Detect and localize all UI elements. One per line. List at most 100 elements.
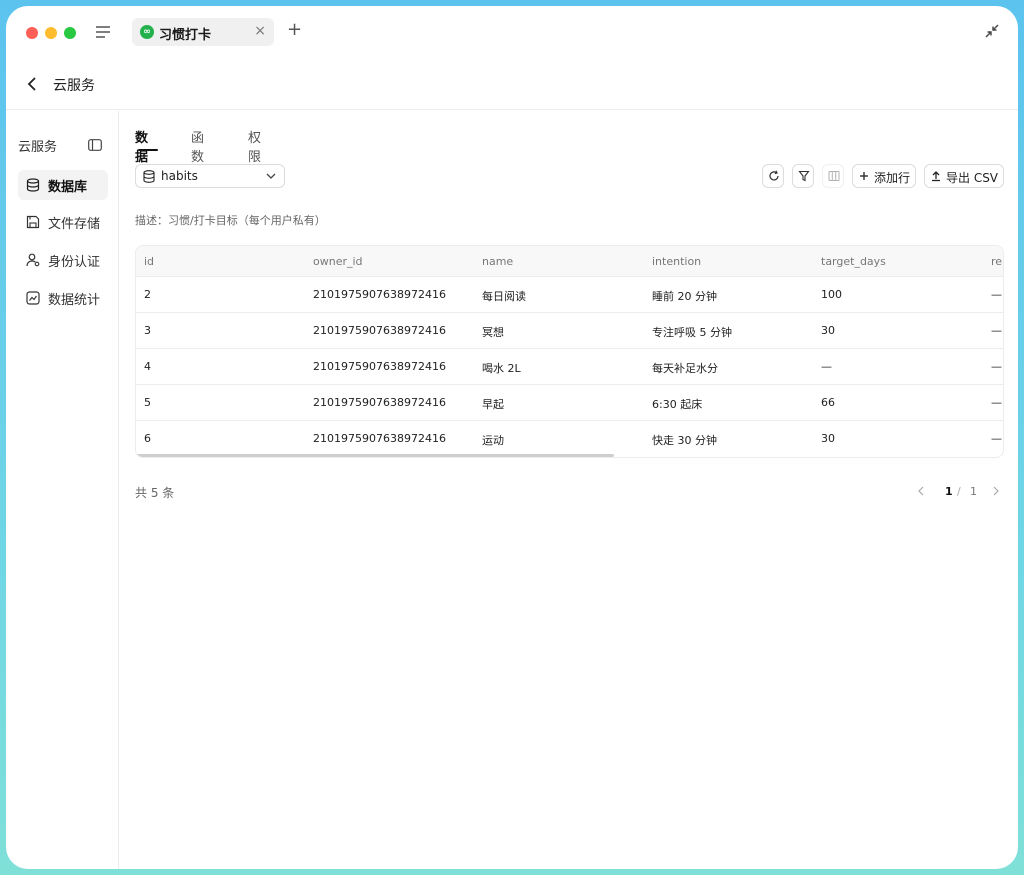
- pagination: 1 / 1: [915, 484, 1005, 502]
- database-icon: [26, 178, 40, 192]
- cell-target-days: 100: [821, 288, 842, 301]
- total-pages: 1: [970, 485, 977, 498]
- app-tab[interactable]: ∞ 习惯打卡 ×: [132, 18, 274, 46]
- cell-name: 早起: [482, 398, 504, 411]
- cell-intention: 快走 30 分钟: [652, 434, 717, 447]
- sidebar-item-label: 数据库: [48, 180, 88, 195]
- horizontal-scrollbar[interactable]: [136, 454, 614, 457]
- sidebar-item-label: 文件存储: [48, 217, 101, 232]
- cell-id: 6: [144, 432, 151, 445]
- cell-target-days: 30: [821, 432, 835, 445]
- cell-intention: 每天补足水分: [652, 362, 718, 375]
- cell-id: 2: [144, 288, 151, 301]
- cell-re: —: [991, 360, 1002, 373]
- total-count: 共 5 条: [135, 486, 175, 500]
- sidebar-item-file-storage[interactable]: 文件存储: [18, 207, 108, 237]
- cell-name: 每日阅读: [482, 290, 526, 303]
- cell-re: —: [991, 396, 1002, 409]
- cell-owner-id: 2101975907638972416: [313, 288, 446, 301]
- tab-functions[interactable]: 函数: [191, 127, 204, 165]
- table-row[interactable]: 4 2101975907638972416 喝水 2L 每天补足水分 — —: [136, 349, 1003, 385]
- sidebar-title: 云服务: [18, 140, 58, 155]
- page-header: 云服务: [6, 58, 1018, 110]
- cell-re: —: [991, 324, 1002, 337]
- table-row[interactable]: 5 2101975907638972416 早起 6:30 起床 66 —: [136, 385, 1003, 421]
- cell-owner-id: 2101975907638972416: [313, 360, 446, 373]
- export-csv-button[interactable]: 导出 CSV: [924, 164, 1004, 188]
- cell-re: —: [991, 288, 1002, 301]
- save-icon: [26, 215, 40, 229]
- sidebar-item-auth[interactable]: 身份认证: [18, 245, 108, 275]
- tab-permissions[interactable]: 权限: [248, 127, 261, 165]
- columns-button[interactable]: [822, 164, 844, 188]
- minimize-window-button[interactable]: [45, 27, 57, 39]
- cell-owner-id: 2101975907638972416: [313, 396, 446, 409]
- cell-target-days: 66: [821, 396, 835, 409]
- user-icon: [26, 253, 40, 267]
- cell-id: 4: [144, 360, 151, 373]
- cell-target-days: 30: [821, 324, 835, 337]
- cell-target-days: —: [821, 360, 832, 373]
- selected-table-name: habits: [161, 169, 198, 183]
- table-row[interactable]: 3 2101975907638972416 冥想 专注呼吸 5 分钟 30 —: [136, 313, 1003, 349]
- add-row-label: 添加行: [874, 171, 911, 185]
- column-header-intention[interactable]: intention: [652, 255, 701, 268]
- tab-data[interactable]: 数据: [135, 127, 148, 165]
- app-window: ∞ 习惯打卡 × + 云服务 云服务 数据库 文件存储 身份认证 数据统计 数据…: [6, 6, 1018, 869]
- active-tab-indicator: [138, 149, 158, 151]
- chevron-down-icon: [266, 173, 276, 179]
- cell-id: 3: [144, 324, 151, 337]
- back-arrow-icon[interactable]: [27, 77, 37, 91]
- column-header-id[interactable]: id: [144, 255, 154, 268]
- sidebar-item-label: 数据统计: [48, 293, 101, 308]
- plus-icon: [860, 172, 868, 180]
- cell-re: —: [991, 432, 1002, 445]
- column-header-re[interactable]: re: [991, 255, 1002, 268]
- tab-title: 习惯打卡: [159, 28, 212, 43]
- column-header-target-days[interactable]: target_days: [821, 255, 886, 268]
- filter-button[interactable]: [792, 164, 814, 188]
- add-row-button[interactable]: 添加行: [852, 164, 916, 188]
- current-page: 1: [945, 485, 953, 498]
- chevron-right-icon[interactable]: [992, 486, 1000, 496]
- cell-intention: 专注呼吸 5 分钟: [652, 326, 732, 339]
- cell-name: 运动: [482, 434, 504, 447]
- sidebar-toggle-icon[interactable]: [88, 139, 102, 151]
- table-row[interactable]: 2 2101975907638972416 每日阅读 睡前 20 分钟 100 …: [136, 277, 1003, 313]
- sidebar-item-statistics[interactable]: 数据统计: [18, 283, 108, 313]
- column-header-name[interactable]: name: [482, 255, 513, 268]
- chevron-left-icon[interactable]: [917, 486, 925, 496]
- refresh-icon: [769, 170, 779, 181]
- menu-icon[interactable]: [95, 25, 111, 39]
- chart-icon: [26, 291, 40, 305]
- data-table: id owner_id name intention target_days r…: [135, 245, 1004, 458]
- table-row[interactable]: 6 2101975907638972416 运动 快走 30 分钟 30 —: [136, 421, 1003, 457]
- table-select-dropdown[interactable]: habits: [135, 164, 285, 188]
- upload-icon: [932, 171, 940, 182]
- cell-name: 喝水 2L: [482, 362, 521, 375]
- title-bar: ∞ 习惯打卡 × +: [6, 6, 1018, 58]
- close-window-button[interactable]: [26, 27, 38, 39]
- column-header-owner-id[interactable]: owner_id: [313, 255, 363, 268]
- columns-icon: [828, 171, 840, 181]
- sidebar: 云服务 数据库 文件存储 身份认证 数据统计: [6, 111, 119, 869]
- page-separator: /: [957, 485, 961, 498]
- new-tab-button[interactable]: +: [287, 20, 302, 40]
- table-description: 描述：习惯/打卡目标（每个用户私有）: [135, 214, 326, 227]
- link-icon: ∞: [140, 25, 154, 39]
- collapse-icon[interactable]: [985, 24, 999, 38]
- page-title: 云服务: [53, 78, 95, 94]
- cell-intention: 睡前 20 分钟: [652, 290, 717, 303]
- table-header: id owner_id name intention target_days r…: [136, 246, 1003, 277]
- cell-id: 5: [144, 396, 151, 409]
- cell-name: 冥想: [482, 326, 504, 339]
- maximize-window-button[interactable]: [64, 27, 76, 39]
- refresh-button[interactable]: [762, 164, 784, 188]
- sidebar-item-label: 身份认证: [48, 255, 101, 270]
- cell-owner-id: 2101975907638972416: [313, 432, 446, 445]
- cell-owner-id: 2101975907638972416: [313, 324, 446, 337]
- filter-icon: [798, 170, 810, 182]
- tab-close-button[interactable]: ×: [254, 23, 266, 39]
- sidebar-item-database[interactable]: 数据库: [18, 170, 108, 200]
- cell-intention: 6:30 起床: [652, 398, 703, 411]
